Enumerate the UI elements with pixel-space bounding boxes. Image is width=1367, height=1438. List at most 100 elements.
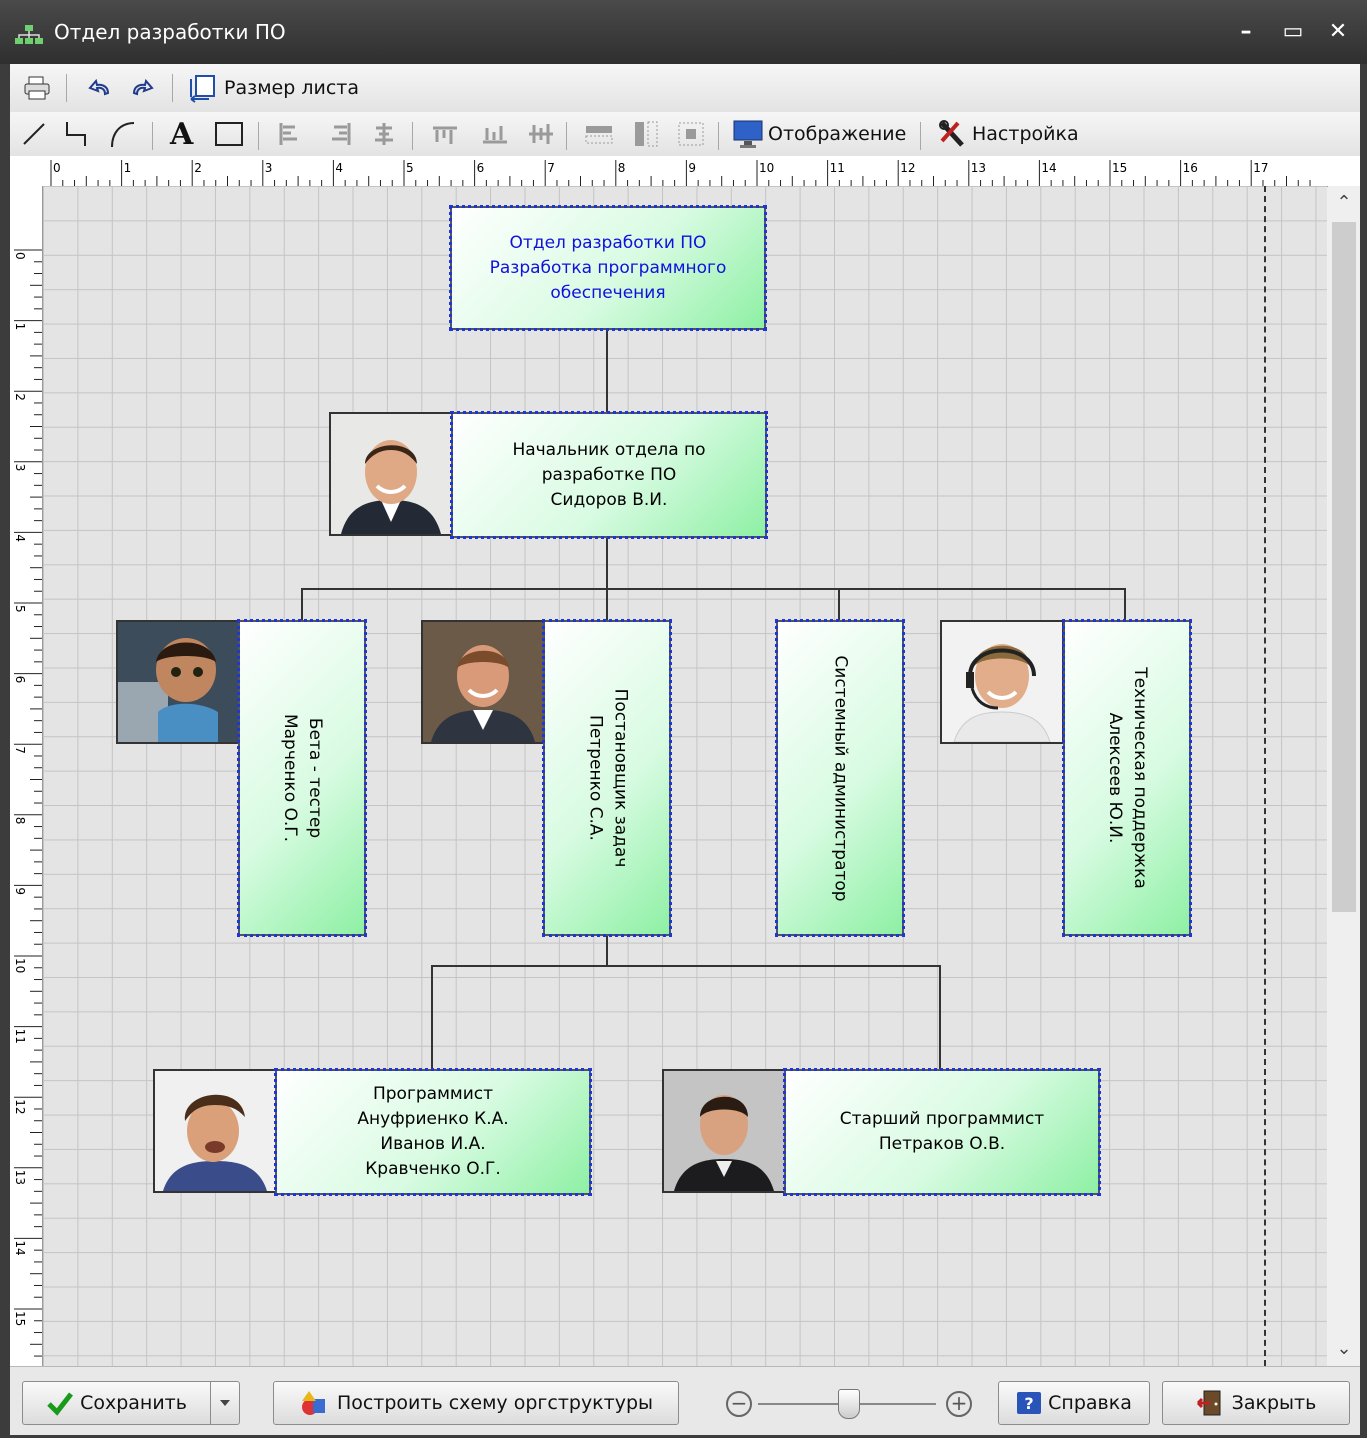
text-tool-button[interactable]: A	[170, 117, 193, 152]
zoom-slider-thumb[interactable]	[838, 1389, 860, 1419]
connector-line	[301, 588, 303, 620]
align-left-icon	[279, 123, 297, 145]
help-button[interactable]: ? Справка	[998, 1381, 1150, 1425]
rectangle-tool-button[interactable]	[214, 118, 244, 150]
ruler-label: 17	[1253, 161, 1268, 175]
distribute-vertical-button[interactable]	[632, 118, 662, 150]
curve-tool-button[interactable]	[108, 118, 138, 150]
rectangle-tool-icon	[215, 122, 243, 146]
close-window-button[interactable]: ✕	[1320, 16, 1356, 48]
org-node-department[interactable]: Отдел разработки ПО Разработка программн…	[449, 205, 767, 331]
maximize-button[interactable]: ▭	[1275, 16, 1311, 48]
align-right-button[interactable]	[326, 118, 354, 150]
align-center-icon	[375, 123, 393, 145]
distribute-grid-button[interactable]	[676, 118, 706, 150]
ruler-label: 1	[13, 323, 27, 331]
photo-beta-tester	[116, 620, 240, 744]
undo-button[interactable]	[86, 72, 114, 104]
elbow-line-tool-button[interactable]	[62, 118, 92, 150]
ruler-label: 1	[124, 161, 132, 175]
main-content: Размер листа A Отображение Настройка 0 1…	[10, 64, 1360, 1438]
build-org-chart-button[interactable]: Построить схему оргструктуры	[273, 1381, 679, 1425]
connector-line	[431, 965, 433, 1069]
node-text: Старший программист Петраков О.В.	[839, 1109, 1045, 1154]
page-size-button[interactable]: Размер листа	[188, 72, 359, 104]
page-boundary-line	[1264, 186, 1266, 1366]
ruler-label: 0	[53, 161, 61, 175]
photo-task-setter	[421, 620, 545, 744]
ruler-label: 10	[13, 958, 27, 973]
save-dropdown-button[interactable]	[210, 1381, 240, 1425]
chevron-down-icon	[220, 1400, 230, 1406]
align-middle-button[interactable]	[526, 118, 556, 150]
build-org-chart-label: Построить схему оргструктуры	[336, 1392, 654, 1414]
org-node-support[interactable]: Техническая поддержка Алексеев Ю.И.	[1062, 619, 1192, 937]
scroll-down-arrow-icon[interactable]: ⌄	[1328, 1334, 1360, 1364]
scrollbar-thumb[interactable]	[1332, 222, 1356, 912]
page-size-label: Размер листа	[224, 77, 359, 99]
exit-door-icon	[1196, 1390, 1221, 1416]
org-node-senior-programmer[interactable]: Старший программист Петраков О.В.	[783, 1068, 1101, 1196]
node-text: Программист Ануфриенко К.А. Иванов И.А. …	[357, 1084, 509, 1179]
redo-icon	[132, 78, 154, 96]
org-node-head[interactable]: Начальник отдела по разработке ПО Сидоро…	[450, 411, 768, 539]
close-button[interactable]: Закрыть	[1162, 1381, 1350, 1425]
org-node-sysadmin[interactable]: Системный администратор	[775, 619, 905, 937]
photo-support	[940, 620, 1064, 744]
ruler-label: 14	[1041, 161, 1056, 175]
curve-tool-icon	[111, 122, 135, 148]
org-chart-canvas[interactable]: Отдел разработки ПО Разработка программн…	[43, 186, 1327, 1366]
svg-text:?: ?	[1025, 1394, 1034, 1413]
print-button[interactable]	[22, 72, 52, 104]
horizontal-ruler: 0 1 2 3 4 5 6 7 8 9 10 11 12 13 14 15 16 17	[10, 156, 1360, 187]
toolbar-drawing: A Отображение Настройка	[10, 112, 1360, 157]
tools-icon	[939, 120, 964, 147]
align-middle-icon	[529, 124, 553, 144]
elbow-connector-icon	[66, 122, 86, 146]
org-node-programmer[interactable]: Программист Ануфриенко К.А. Иванов И.А. …	[274, 1068, 592, 1196]
ruler-label: 10	[759, 161, 774, 175]
printer-icon	[24, 76, 50, 100]
ruler-label: 3	[13, 464, 27, 472]
align-left-button[interactable]	[276, 118, 304, 150]
org-chart-app-icon	[15, 25, 43, 44]
settings-button[interactable]: Настройка	[936, 118, 1079, 150]
minimize-button[interactable]: –	[1228, 16, 1264, 48]
connector-line	[431, 965, 941, 967]
zoom-out-button[interactable]: −	[726, 1391, 752, 1417]
line-tool-button[interactable]	[20, 118, 48, 150]
ruler-label: 13	[971, 161, 986, 175]
scroll-up-arrow-icon[interactable]: ⌃	[1328, 188, 1360, 218]
org-node-task-setter[interactable]: Постановщик задач Петренко С.А.	[542, 619, 672, 937]
save-button[interactable]: Сохранить	[22, 1381, 210, 1425]
distribute-horizontal-button[interactable]	[584, 118, 614, 150]
distribute-horizontal-icon	[585, 126, 613, 144]
photo-head	[329, 412, 453, 536]
vertical-scrollbar[interactable]: ⌃ ⌄	[1328, 186, 1360, 1366]
node-text: Отдел разработки ПО Разработка программн…	[489, 232, 727, 303]
photo-senior-programmer	[662, 1069, 786, 1193]
title-bar: Отдел разработки ПО – ▭ ✕	[0, 0, 1367, 64]
connector-line	[301, 588, 1126, 590]
display-button[interactable]: Отображение	[732, 118, 906, 150]
ruler-label: 6	[477, 161, 485, 175]
org-node-beta-tester[interactable]: Бета - тестер Марченко О.Г.	[237, 619, 367, 937]
app-window: Отдел разработки ПО – ▭ ✕ Размер листа A…	[0, 0, 1367, 1438]
align-top-button[interactable]	[430, 118, 460, 150]
ruler-label: 6	[13, 676, 27, 684]
align-center-button[interactable]	[370, 118, 398, 150]
help-label: Справка	[1048, 1392, 1132, 1414]
help-icon: ?	[1017, 1392, 1042, 1414]
redo-button[interactable]	[128, 72, 156, 104]
node-text: Системный администратор	[830, 654, 851, 902]
zoom-in-button[interactable]: +	[946, 1391, 972, 1417]
align-top-icon	[433, 126, 457, 144]
align-bottom-button[interactable]	[480, 118, 510, 150]
node-text: Постановщик задач Петренко С.А.	[585, 688, 631, 868]
close-label: Закрыть	[1231, 1392, 1317, 1414]
monitor-icon	[733, 120, 763, 148]
ruler-label: 4	[13, 534, 27, 542]
horizontal-ruler-scale: 0 1 2 3 4 5 6 7 8 9 10 11 12 13 14 15 16 17	[50, 160, 1311, 186]
ruler-label: 8	[13, 817, 27, 825]
ruler-label: 15	[13, 1311, 27, 1326]
